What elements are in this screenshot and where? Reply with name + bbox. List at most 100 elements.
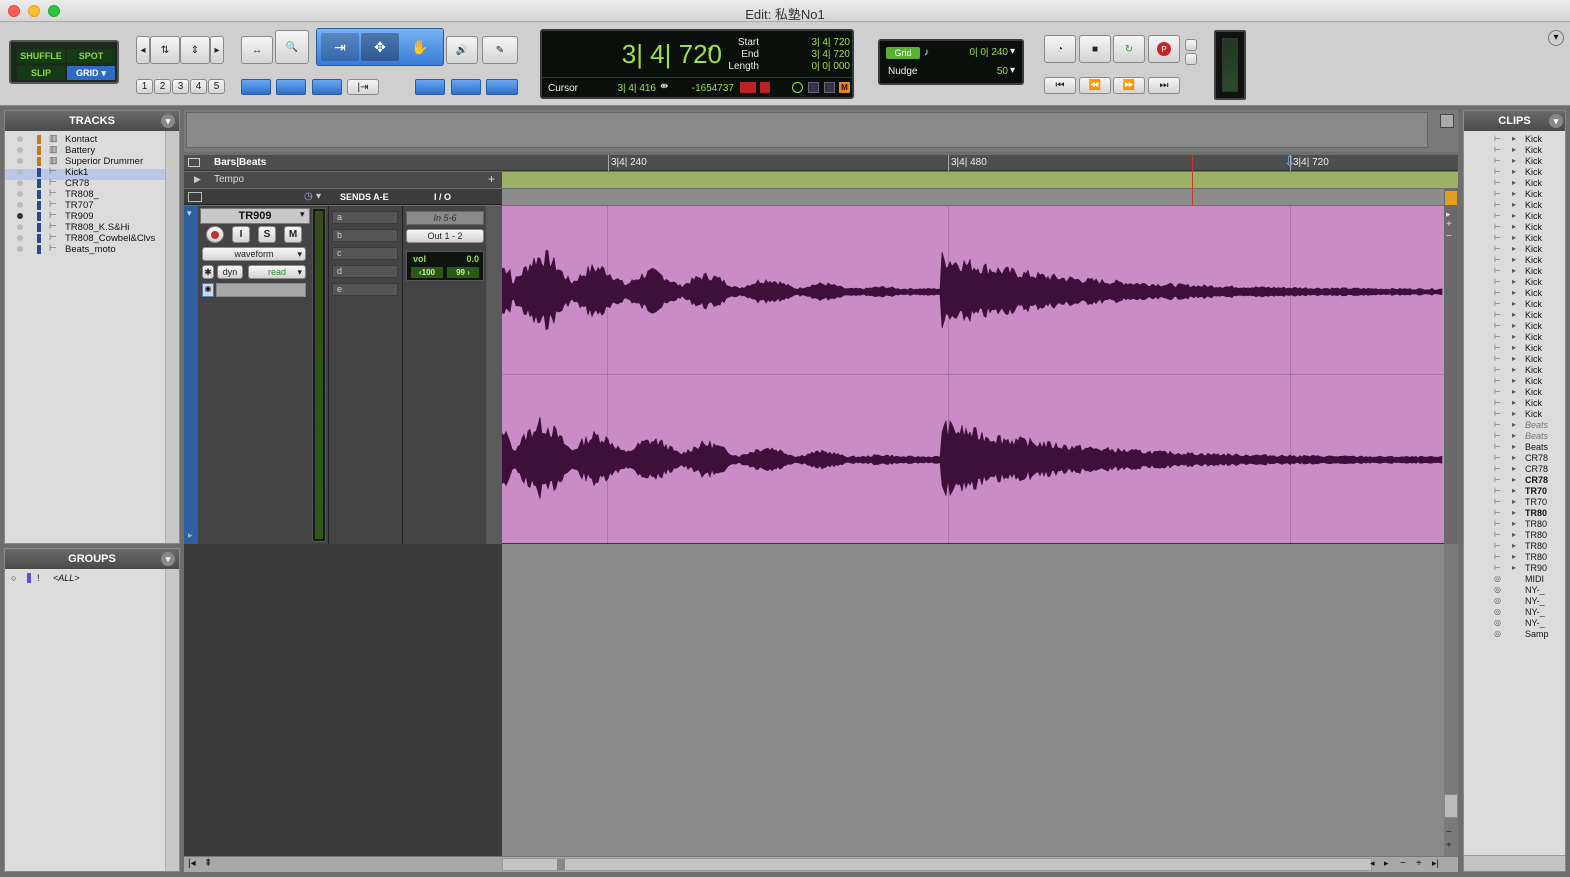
clips-hscroll[interactable]: [1464, 855, 1565, 871]
clip-list-item[interactable]: ⊢ ▸ Kick: [1490, 376, 1550, 387]
expand-icon[interactable]: ▸: [1512, 288, 1516, 297]
track-view-selector[interactable]: waveform ▾: [202, 247, 306, 261]
zoomer-tool-icon[interactable]: 🔍: [275, 30, 309, 64]
expand-icon[interactable]: ▸: [1512, 178, 1516, 187]
clip-list-item[interactable]: ⊢ ▸ Kick: [1490, 398, 1550, 409]
chevron-down-icon[interactable]: ▾: [161, 552, 175, 566]
ruler-menu-icon[interactable]: [188, 158, 200, 167]
clip-list-item[interactable]: ◎ Samp: [1490, 629, 1550, 640]
expand-icon[interactable]: ▸: [1512, 354, 1516, 363]
clip-list-item[interactable]: ⊢ ▸ Kick: [1490, 167, 1550, 178]
clip-list-item[interactable]: ⊢ ▸ CR78: [1490, 475, 1550, 486]
pencil-tool-icon[interactable]: ✎: [482, 36, 518, 64]
expand-icon[interactable]: ▸: [1512, 486, 1516, 495]
track-list-item[interactable]: ⊢ Beats_moto: [5, 243, 165, 255]
clip-list-item[interactable]: ⊢ ▸ Kick: [1490, 277, 1550, 288]
send-a[interactable]: a: [332, 211, 398, 224]
groups-scrollbar[interactable]: [165, 569, 179, 871]
track-list-item[interactable]: ⊢ Kick1: [5, 166, 165, 178]
expand-icon[interactable]: ▸: [1512, 255, 1516, 264]
expand-icon[interactable]: ▸: [1512, 409, 1516, 418]
send-b[interactable]: b: [332, 229, 398, 242]
grid-value[interactable]: 0| 0| 240: [950, 47, 1008, 58]
clip-list-item[interactable]: ⊢ ▸ Kick: [1490, 178, 1550, 189]
group-dot-icon[interactable]: ○: [11, 573, 16, 583]
expand-icon[interactable]: ▸: [1512, 453, 1516, 462]
comments-field[interactable]: [216, 283, 306, 297]
expand-icon[interactable]: ▸: [1512, 420, 1516, 429]
clip-list-item[interactable]: ⊢ ▸ TR80: [1490, 552, 1550, 563]
clip-list-item[interactable]: ⊢ ▸ Kick: [1490, 222, 1550, 233]
clip-list-item[interactable]: ⊢ ▸ CR78: [1490, 453, 1550, 464]
expand-icon[interactable]: ▸: [1512, 211, 1516, 220]
tracks-scrollbar[interactable]: [165, 131, 179, 543]
az-icon[interactable]: [1445, 191, 1457, 205]
track-visibility-dot[interactable]: [17, 136, 23, 142]
expand-icon[interactable]: ▸: [1512, 541, 1516, 550]
automation-mode-selector[interactable]: read ▾: [248, 265, 306, 279]
spot-mode-button[interactable]: SPOT: [67, 49, 115, 63]
transport-option-1[interactable]: [1185, 39, 1197, 51]
expand-icon[interactable]: ▸: [1512, 266, 1516, 275]
plus-icon[interactable]: +: [1416, 858, 1422, 869]
end-value[interactable]: 3| 4| 720: [792, 49, 850, 60]
track-visibility-dot[interactable]: [17, 235, 23, 241]
upload-icon[interactable]: ⇞: [204, 858, 212, 869]
expand-icon[interactable]: ▸: [1512, 530, 1516, 539]
track-visibility-dot[interactable]: [17, 158, 23, 164]
mute-button[interactable]: M: [284, 226, 302, 243]
dyn-button[interactable]: dyn: [217, 265, 243, 279]
slip-mode-button[interactable]: SLIP: [17, 66, 65, 80]
zoom-preset-2[interactable]: 2: [154, 79, 171, 94]
track-list-item[interactable]: ⊢ CR78: [5, 177, 165, 189]
expand-icon[interactable]: ▸: [1512, 134, 1516, 143]
clip-list-item[interactable]: ⊢ ▸ Kick: [1490, 266, 1550, 277]
rewind-icon[interactable]: ⏪: [1079, 77, 1111, 94]
expand-icon[interactable]: ▸: [1512, 398, 1516, 407]
playlist-icon[interactable]: ◉: [202, 283, 214, 297]
chevron-down-icon[interactable]: ▾: [708, 45, 713, 56]
horizontal-scrollbar[interactable]: [502, 858, 1372, 871]
track-list-item[interactable]: ⊢ TR808_K.S&Hi: [5, 221, 165, 233]
record-arm-button[interactable]: [206, 226, 224, 243]
clip-list-item[interactable]: ⊢ ▸ TR80: [1490, 519, 1550, 530]
send-c[interactable]: c: [332, 247, 398, 260]
zoom-out-horizontal-button[interactable]: ◂: [136, 36, 150, 64]
clip-list-item[interactable]: ⊢ ▸ TR70: [1490, 497, 1550, 508]
clip-list-item[interactable]: ◎ NY-_: [1490, 585, 1550, 596]
waveform-zoom-icon[interactable]: ⇅: [150, 36, 180, 64]
plus-icon[interactable]: +: [1446, 840, 1452, 851]
add-tempo-icon[interactable]: +: [488, 172, 495, 186]
link-track-button[interactable]: [312, 79, 342, 95]
clip-list-item[interactable]: ⊢ ▸ Kick: [1490, 189, 1550, 200]
expand-icon[interactable]: ▸: [1512, 321, 1516, 330]
nudge-value[interactable]: 50: [976, 66, 1008, 77]
grabber-tool-icon[interactable]: ✋: [401, 33, 439, 61]
timebase-icon[interactable]: ✱: [202, 265, 214, 279]
clip-list-item[interactable]: ⊢ ▸ Kick: [1490, 156, 1550, 167]
input-selector[interactable]: In 5-6: [406, 211, 484, 225]
length-value[interactable]: 0| 0| 000: [792, 61, 850, 72]
clip-list-item[interactable]: ⊢ ▸ Kick: [1490, 299, 1550, 310]
main-counter[interactable]: 3| 4| 720: [582, 39, 722, 70]
record-mode-icon[interactable]: [760, 82, 770, 93]
track-visibility-dot[interactable]: [17, 169, 23, 175]
expand-icon[interactable]: ▸: [1512, 145, 1516, 154]
selector-tool-icon[interactable]: ⇥: [321, 33, 359, 61]
track-visibility-dot[interactable]: [17, 147, 23, 153]
tab-to-transient-button[interactable]: [241, 79, 271, 95]
go-to-end-icon[interactable]: ⏭: [1148, 77, 1180, 94]
transport-option-2[interactable]: [1185, 53, 1197, 65]
clip-list-item[interactable]: ⊢ ▸ Kick: [1490, 354, 1550, 365]
track-visibility-dot[interactable]: [17, 202, 23, 208]
play-loop-icon[interactable]: ↻: [1113, 35, 1145, 63]
height-zoom-icon[interactable]: ⇕: [180, 36, 210, 64]
clip-list-item[interactable]: ⊢ ▸ TR80: [1490, 530, 1550, 541]
go-to-start-icon[interactable]: |◂: [188, 858, 196, 869]
clip-list-item[interactable]: ⊢ ▸ Beats: [1490, 431, 1550, 442]
expand-icon[interactable]: ▸: [1512, 343, 1516, 352]
expand-icon[interactable]: ▸: [1512, 310, 1516, 319]
track-list-item[interactable]: ▥ Superior Drummer: [5, 155, 165, 167]
record-button[interactable]: P: [1148, 35, 1180, 63]
clip-list-item[interactable]: ⊢ ▸ Kick: [1490, 321, 1550, 332]
